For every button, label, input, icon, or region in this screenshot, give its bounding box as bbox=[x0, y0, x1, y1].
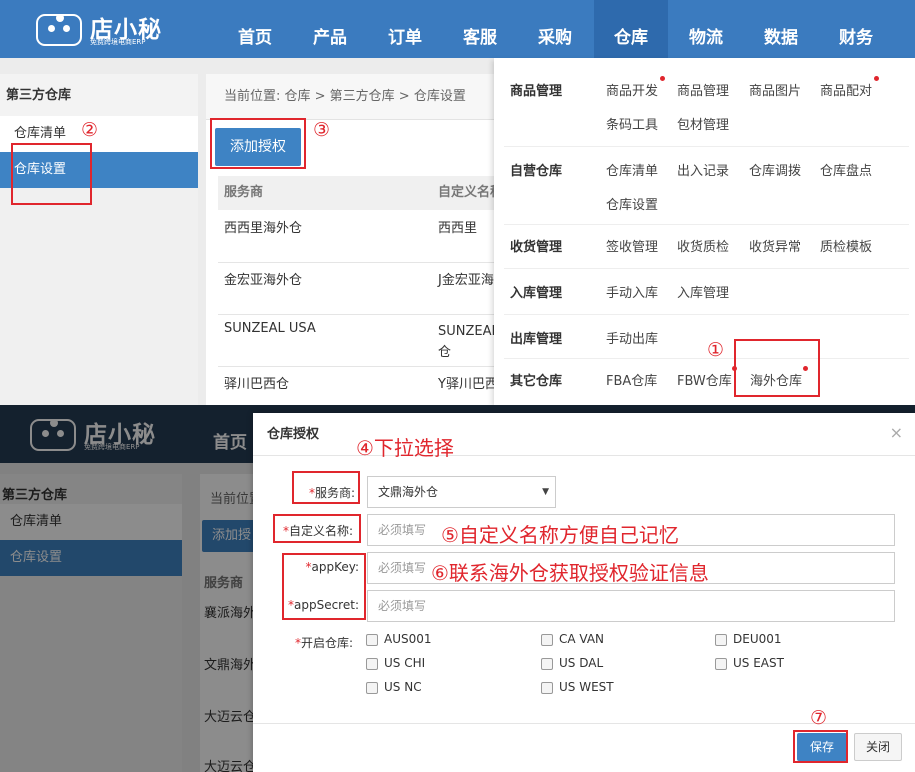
step-1-marker: ① bbox=[707, 339, 725, 361]
menu-link-packaging[interactable]: 包材管理 bbox=[677, 114, 729, 133]
top-screenshot: 店小秘 免费跨境电商ERP 首页 产品 订单 客服 采购 仓库 物流 数据 财务… bbox=[0, 0, 915, 405]
warehouse-checkbox-label: US DAL bbox=[559, 656, 604, 670]
nav-purchase[interactable]: 采购 bbox=[518, 0, 592, 58]
row-custom-name: J金宏亚海 bbox=[438, 273, 494, 288]
menu-link-warehouse-settings[interactable]: 仓库设置 bbox=[606, 194, 658, 213]
step-3-marker: ③ bbox=[313, 119, 331, 141]
warehouse-checkbox[interactable] bbox=[715, 658, 727, 670]
warehouse-checkbox[interactable] bbox=[366, 682, 378, 694]
logo[interactable]: 店小秘 免费跨境电商ERP bbox=[36, 8, 186, 50]
highlight-custom-name-label bbox=[273, 514, 361, 543]
menu-link-barcode-tool[interactable]: 条码工具 bbox=[606, 114, 658, 133]
menu-link-io-records[interactable]: 出入记录 bbox=[677, 160, 729, 179]
enable-warehouses-label: *开启仓库: bbox=[294, 636, 353, 650]
menu-link-product-dev[interactable]: 商品开发 bbox=[606, 80, 658, 99]
warehouse-checkbox-label: AUS001 bbox=[384, 632, 432, 646]
highlight-overseas-warehouse bbox=[734, 339, 820, 397]
menu-link-receive-qc[interactable]: 收货质检 bbox=[677, 236, 729, 255]
robot-logo-icon bbox=[36, 14, 82, 46]
nav-products[interactable]: 产品 bbox=[293, 0, 367, 58]
menu-link-receive-exception[interactable]: 收货异常 bbox=[749, 236, 801, 255]
provider-selected-value: 文鼎海外仓 bbox=[378, 485, 439, 499]
menu-link-manual-outbound[interactable]: 手动出库 bbox=[606, 328, 658, 347]
new-badge-dot bbox=[660, 76, 665, 81]
warehouse-checkbox[interactable] bbox=[541, 634, 553, 646]
highlight-provider-label bbox=[292, 471, 360, 504]
row-provider: 西西里海外仓 bbox=[224, 221, 303, 236]
menu-group-title: 入库管理 bbox=[510, 286, 563, 301]
appsecret-input[interactable]: 必须填写 bbox=[367, 590, 895, 622]
warehouse-mega-menu: 商品管理 商品开发 商品管理 商品图片 商品配对 条码工具 包材管理 自营仓库 … bbox=[494, 58, 915, 405]
row-custom-name: SUNZEAL 仓 bbox=[438, 324, 496, 360]
menu-link-product-pairing[interactable]: 商品配对 bbox=[820, 80, 872, 99]
warehouse-checkbox[interactable] bbox=[715, 634, 727, 646]
nav-data[interactable]: 数据 bbox=[744, 0, 818, 58]
highlight-save-button bbox=[793, 730, 848, 763]
table-header: 服务商 自定义名称 bbox=[218, 176, 503, 210]
step-4-note: ④下拉选择 bbox=[356, 436, 454, 460]
nav-warehouse[interactable]: 仓库 bbox=[594, 0, 668, 58]
row-provider: 驿川巴西仓 bbox=[224, 377, 290, 392]
sidebar-title: 第三方仓库 bbox=[0, 74, 198, 118]
menu-link-transfer[interactable]: 仓库调拨 bbox=[749, 160, 801, 179]
warehouse-checkbox-label: US NC bbox=[384, 680, 422, 694]
menu-group-title: 自营仓库 bbox=[510, 164, 563, 179]
modal-title: 仓库授权 bbox=[253, 413, 915, 456]
menu-group-title: 收货管理 bbox=[510, 240, 563, 255]
menu-link-inbound-manage[interactable]: 入库管理 bbox=[677, 282, 729, 301]
caret-down-icon: ▼ bbox=[542, 487, 549, 497]
new-badge-dot bbox=[874, 76, 879, 81]
menu-group-title: 其它仓库 bbox=[510, 374, 563, 389]
menu-link-product-images[interactable]: 商品图片 bbox=[749, 80, 801, 99]
step-5-note: ⑤自定义名称方便自己记忆 bbox=[441, 523, 679, 547]
highlight-add-auth bbox=[210, 118, 306, 169]
warehouse-checkbox-label: US CHI bbox=[384, 656, 426, 670]
row-provider: 金宏亚海外仓 bbox=[224, 273, 303, 288]
row-provider: SUNZEAL USA bbox=[224, 321, 316, 336]
top-nav-bar: 店小秘 免费跨境电商ERP 首页 产品 订单 客服 采购 仓库 物流 数据 财务 bbox=[0, 0, 915, 58]
menu-link-product-manage[interactable]: 商品管理 bbox=[677, 80, 729, 99]
warehouse-checkbox[interactable] bbox=[366, 634, 378, 646]
logo-subtitle: 免费跨境电商ERP bbox=[90, 38, 146, 46]
warehouse-checkbox-label: US WEST bbox=[559, 680, 614, 694]
step-7-marker: ⑦ bbox=[810, 707, 828, 729]
warehouse-checkbox-label: CA VAN bbox=[559, 632, 605, 646]
warehouse-checkbox[interactable] bbox=[541, 682, 553, 694]
menu-link-fba-warehouse[interactable]: FBA仓库 bbox=[606, 370, 657, 389]
menu-link-qc-template[interactable]: 质检模板 bbox=[820, 236, 872, 255]
nav-finance[interactable]: 财务 bbox=[819, 0, 893, 58]
menu-link-fbw-warehouse[interactable]: FBW仓库 bbox=[677, 370, 732, 389]
highlight-app-credentials bbox=[282, 553, 366, 620]
highlight-warehouse-settings bbox=[11, 143, 92, 205]
nav-service[interactable]: 客服 bbox=[443, 0, 517, 58]
menu-link-warehouse-list[interactable]: 仓库清单 bbox=[606, 160, 658, 179]
menu-link-sign-manage[interactable]: 签收管理 bbox=[606, 236, 658, 255]
warehouse-checkbox[interactable] bbox=[541, 658, 553, 670]
warehouse-checkbox[interactable] bbox=[366, 658, 378, 670]
menu-link-stocktake[interactable]: 仓库盘点 bbox=[820, 160, 872, 179]
nav-orders[interactable]: 订单 bbox=[368, 0, 442, 58]
sidebar: 第三方仓库 仓库清单 仓库设置 bbox=[0, 74, 198, 405]
breadcrumb: 当前位置: 仓库 > 第三方仓库 > 仓库设置 bbox=[206, 74, 496, 120]
row-custom-name: Y驿川巴西 bbox=[438, 377, 498, 392]
column-header-provider: 服务商 bbox=[224, 185, 264, 200]
menu-group-title: 商品管理 bbox=[510, 84, 563, 99]
step-2-marker: ② bbox=[81, 119, 99, 141]
step-6-note: ⑥联系海外仓获取授权验证信息 bbox=[431, 561, 709, 585]
close-button[interactable]: 关闭 bbox=[854, 733, 902, 761]
nav-logistics[interactable]: 物流 bbox=[669, 0, 743, 58]
menu-group-title: 出库管理 bbox=[510, 332, 563, 347]
provider-select[interactable]: 文鼎海外仓 ▼ bbox=[367, 476, 556, 508]
close-icon[interactable]: × bbox=[890, 425, 903, 441]
warehouse-checkbox-label: DEU001 bbox=[733, 632, 782, 646]
row-custom-name: 西西里 bbox=[438, 221, 478, 236]
nav-home[interactable]: 首页 bbox=[218, 0, 292, 58]
menu-link-manual-inbound[interactable]: 手动入库 bbox=[606, 282, 658, 301]
warehouse-checkbox-label: US EAST bbox=[733, 656, 784, 670]
